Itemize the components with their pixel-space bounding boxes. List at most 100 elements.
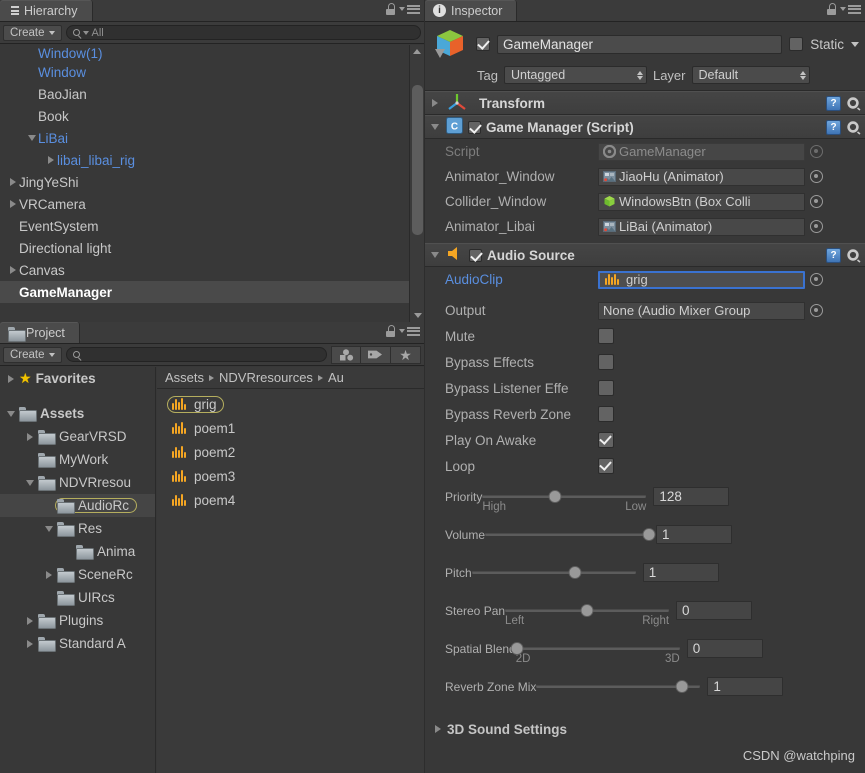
hierarchy-item-directional-light[interactable]: Directional light bbox=[0, 237, 424, 259]
project-foldout-arrow-icon[interactable] bbox=[23, 616, 36, 625]
asset-list[interactable]: grig poem1 poem2 poem3 poem4 bbox=[157, 389, 424, 773]
scroll-down-arrow-icon[interactable] bbox=[410, 309, 425, 322]
audio-slider-value-input[interactable]: 1 bbox=[642, 563, 719, 582]
scroll-up-arrow-icon[interactable] bbox=[410, 45, 424, 58]
gameobject-enabled-checkbox[interactable] bbox=[476, 37, 490, 51]
audio-slider-control[interactable]: Left Right bbox=[505, 601, 670, 627]
asset-item-poem2[interactable]: poem2 bbox=[157, 440, 424, 464]
project-tree-item-anima[interactable]: Anima bbox=[0, 540, 155, 563]
asset-item-grig[interactable]: grig bbox=[157, 392, 424, 416]
script-foldout-arrow-icon[interactable] bbox=[428, 124, 441, 130]
audio-slider-value-input[interactable]: 1 bbox=[656, 525, 733, 544]
help-icon[interactable]: ? bbox=[826, 95, 841, 111]
project-folder-tree[interactable]: ★ Favorites Assets GearVRSD MyWork NDVRresou A… bbox=[0, 367, 156, 773]
project-foldout-arrow-icon[interactable] bbox=[4, 410, 17, 417]
hierarchy-foldout-arrow-icon[interactable] bbox=[6, 266, 19, 274]
hierarchy-item-gamemanager[interactable]: GameManager bbox=[0, 281, 424, 303]
script-field-object-field[interactable]: GameManager bbox=[598, 142, 805, 161]
slider-handle[interactable] bbox=[510, 641, 524, 655]
gear-icon[interactable] bbox=[846, 96, 861, 111]
script-field-object-field[interactable]: LiBai (Animator) bbox=[598, 217, 805, 236]
audio-slider-control[interactable]: High Low bbox=[482, 487, 647, 513]
output-picker-button[interactable] bbox=[810, 304, 823, 317]
gear-icon[interactable] bbox=[846, 120, 861, 135]
project-tree-item-res[interactable]: Res bbox=[0, 517, 155, 540]
audio-slider-control[interactable] bbox=[485, 525, 656, 543]
project-tree-item-ndvrresou[interactable]: NDVRresou bbox=[0, 471, 155, 494]
audio-slider-value-input[interactable]: 1 bbox=[707, 677, 784, 696]
help-icon[interactable]: ? bbox=[826, 247, 841, 263]
gear-icon[interactable] bbox=[846, 248, 861, 263]
audio-toggle-checkbox[interactable] bbox=[598, 354, 614, 370]
breadcrumb-segment[interactable]: Au bbox=[328, 370, 344, 385]
hierarchy-scrollbar-thumb[interactable] bbox=[412, 85, 423, 235]
panel-menu-icon[interactable] bbox=[399, 326, 420, 336]
tab-project[interactable]: Project bbox=[0, 322, 80, 343]
project-tree-item-assets[interactable]: Assets bbox=[0, 402, 155, 425]
audio-toggle-checkbox[interactable] bbox=[598, 406, 614, 422]
static-dropdown-chevron-icon[interactable] bbox=[851, 41, 859, 47]
type-filter-icon[interactable] bbox=[331, 345, 361, 364]
panel-menu-icon[interactable] bbox=[840, 4, 861, 14]
gameobject-name-input[interactable]: GameManager bbox=[497, 34, 783, 54]
audio-toggle-checkbox[interactable] bbox=[598, 458, 614, 474]
static-checkbox[interactable] bbox=[789, 37, 804, 51]
script-field-picker-button[interactable] bbox=[810, 170, 823, 183]
project-tree-item-standard-a[interactable]: Standard A bbox=[0, 632, 155, 655]
audio-source-enabled-checkbox[interactable] bbox=[469, 248, 482, 262]
hierarchy-item-window[interactable]: Window bbox=[0, 61, 424, 83]
hierarchy-item-libai[interactable]: LiBai bbox=[0, 127, 424, 149]
transform-foldout-arrow-icon[interactable] bbox=[428, 99, 441, 107]
breadcrumb[interactable]: Assets NDVRresources Au bbox=[157, 367, 424, 389]
label-filter-icon[interactable] bbox=[361, 345, 391, 364]
project-foldout-arrow-icon[interactable] bbox=[4, 374, 17, 383]
component-header-audio-source[interactable]: Audio Source ? bbox=[425, 243, 865, 267]
slider-handle[interactable] bbox=[568, 565, 582, 579]
script-field-picker-button[interactable] bbox=[810, 220, 823, 233]
project-foldout-arrow-icon[interactable] bbox=[42, 570, 55, 579]
audio-slider-value-input[interactable]: 0 bbox=[686, 639, 763, 658]
audio-slider-control[interactable] bbox=[471, 563, 636, 581]
project-foldout-arrow-icon[interactable] bbox=[42, 525, 55, 532]
audioclip-picker-button[interactable] bbox=[810, 273, 823, 286]
tab-hierarchy[interactable]: Hierarchy bbox=[0, 0, 93, 21]
hierarchy-tree[interactable]: Window(1) Window BaoJian Book LiBai libai_lib… bbox=[0, 45, 424, 322]
asset-item-poem1[interactable]: poem1 bbox=[157, 416, 424, 440]
hierarchy-item-window-1-[interactable]: Window(1) bbox=[0, 45, 424, 61]
audio-toggle-checkbox[interactable] bbox=[598, 380, 614, 396]
script-field-picker-button[interactable] bbox=[810, 145, 823, 158]
hierarchy-item-jingyeshi[interactable]: JingYeShi bbox=[0, 171, 424, 193]
audio-toggle-checkbox[interactable] bbox=[598, 432, 614, 448]
project-foldout-arrow-icon[interactable] bbox=[23, 479, 36, 486]
tab-inspector[interactable]: i Inspector bbox=[425, 0, 518, 21]
project-search-input[interactable] bbox=[65, 347, 327, 362]
audio-source-foldout-arrow-icon[interactable] bbox=[428, 252, 441, 258]
help-icon[interactable]: ? bbox=[826, 119, 841, 135]
favorite-filter-icon[interactable]: ★ bbox=[391, 345, 421, 364]
slider-handle[interactable] bbox=[548, 489, 561, 503]
script-enabled-checkbox[interactable] bbox=[468, 120, 481, 134]
panel-menu-icon[interactable] bbox=[399, 4, 420, 14]
asset-item-poem3[interactable]: poem3 bbox=[157, 464, 424, 488]
hierarchy-item-canvas[interactable]: Canvas bbox=[0, 259, 424, 281]
lock-icon[interactable] bbox=[385, 325, 396, 337]
script-field-object-field[interactable]: WindowsBtn (Box Colli bbox=[598, 192, 805, 211]
project-create-button[interactable]: Create bbox=[3, 346, 62, 363]
slider-handle[interactable] bbox=[675, 679, 689, 693]
tag-dropdown[interactable]: Untagged bbox=[503, 66, 647, 84]
project-tree-item-uircs[interactable]: UIRcs bbox=[0, 586, 155, 609]
audio-slider-control[interactable] bbox=[536, 677, 701, 695]
project-tree-item-plugins[interactable]: Plugins bbox=[0, 609, 155, 632]
hierarchy-item-libai-libai-rig[interactable]: libai_libai_rig bbox=[0, 149, 424, 171]
slider-handle[interactable] bbox=[580, 603, 594, 617]
lock-icon[interactable] bbox=[385, 3, 396, 15]
lock-icon[interactable] bbox=[826, 3, 837, 15]
hierarchy-scrollbar[interactable] bbox=[409, 45, 424, 322]
project-foldout-arrow-icon[interactable] bbox=[23, 639, 36, 648]
breadcrumb-segment[interactable]: NDVRresources bbox=[219, 370, 313, 385]
project-tree-item-favorites[interactable]: ★ Favorites bbox=[0, 367, 155, 390]
breadcrumb-segment[interactable]: Assets bbox=[165, 370, 204, 385]
sound-settings-arrow-icon[interactable] bbox=[431, 725, 444, 733]
audio-slider-control[interactable]: 2D 3D bbox=[510, 639, 680, 665]
component-header-transform[interactable]: Transform ? bbox=[425, 91, 865, 115]
